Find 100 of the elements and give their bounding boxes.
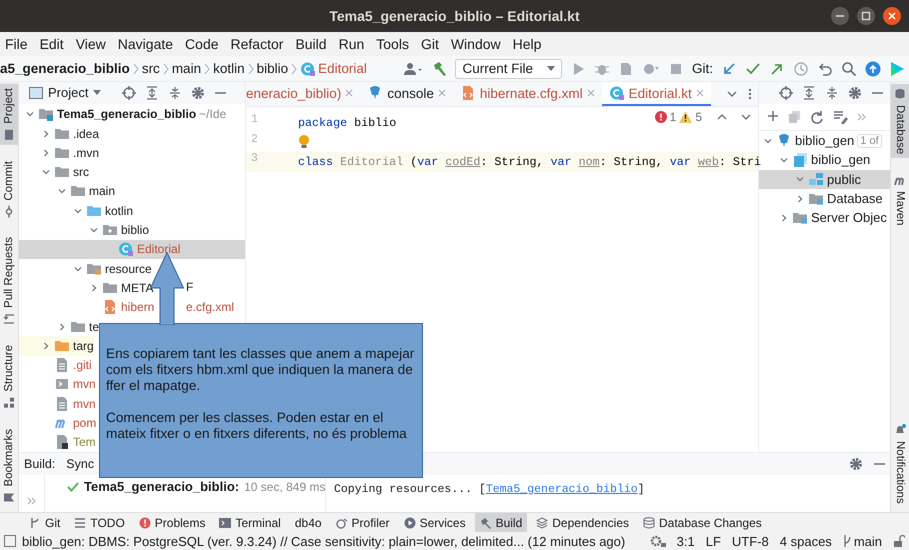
editor-tab[interactable]: hibernate.cfg.xml (452, 82, 602, 106)
expand-all-icon[interactable] (802, 86, 816, 100)
minimize-button[interactable] (831, 7, 849, 25)
hammer-icon[interactable] (431, 60, 448, 76)
settings-icon[interactable] (849, 457, 863, 471)
build-tab[interactable]: Sync (66, 457, 94, 471)
menu-item[interactable]: Edit (36, 36, 68, 52)
tree-item[interactable]: mvn (19, 394, 96, 414)
menu-item[interactable]: Run (334, 36, 368, 52)
build-tree-item[interactable]: Tema5_generacio_biblio: 10 sec, 849 ms (45, 479, 325, 494)
tree-item[interactable]: mvn (19, 374, 96, 394)
tool-window-tab[interactable]: Maven (891, 170, 909, 230)
collapse-all-icon[interactable] (168, 86, 182, 100)
tool-window-tab[interactable]: Structure (0, 341, 18, 414)
tree-item[interactable]: Database (759, 188, 883, 208)
breadcrumb-item[interactable]: a5_generacio_biblio (0, 61, 130, 76)
tree-item[interactable]: .giti (19, 356, 92, 375)
tree-item[interactable]: .idea (19, 124, 100, 144)
chevron-icon[interactable] (779, 212, 789, 223)
tree-item[interactable]: Tem (19, 432, 96, 452)
error-count[interactable]: 1 (670, 110, 676, 124)
menu-item[interactable]: Help (508, 36, 546, 52)
settings-icon[interactable] (848, 86, 862, 100)
status-item[interactable]: 4 spaces (780, 534, 832, 548)
close-button[interactable] (883, 7, 901, 25)
expand-all-icon[interactable] (145, 86, 160, 100)
menu-item[interactable]: Window (446, 36, 505, 52)
tools-icon[interactable] (833, 110, 848, 124)
tool-window-button[interactable]: Dependencies (531, 513, 634, 532)
breadcrumb-item[interactable]: src (142, 61, 160, 76)
tool-window-tab[interactable]: Commit (0, 156, 18, 222)
tool-window-button[interactable]: Build (474, 513, 528, 532)
add-icon[interactable] (767, 110, 779, 124)
search-icon[interactable] (841, 60, 857, 76)
locate-icon[interactable] (122, 86, 136, 100)
breadcrumb-item[interactable]: biblio (256, 61, 288, 76)
collapse-all-icon[interactable] (825, 86, 839, 100)
tool-window-button[interactable]: Problems (134, 513, 210, 532)
menu-item[interactable]: Git (416, 36, 443, 52)
tool-window-button[interactable]: Terminal (214, 513, 286, 532)
menu-item[interactable]: Refactor (226, 36, 288, 52)
tree-item[interactable]: main (19, 182, 116, 202)
menu-item[interactable]: Navigate (114, 36, 178, 52)
warning-count[interactable]: 5 (695, 110, 702, 124)
editor-tab[interactable]: Editorial.kt (602, 82, 711, 106)
menu-item[interactable]: File (1, 36, 32, 52)
menu-item[interactable]: Code (181, 36, 223, 52)
tool-window-button[interactable]: Git (24, 513, 66, 532)
tool-window-button[interactable]: Services (398, 513, 471, 532)
menu-item[interactable]: Tools (372, 36, 413, 52)
locate-icon[interactable] (779, 86, 793, 100)
tree-item[interactable]: biblio_gen 1 of (759, 131, 882, 150)
settings-icon[interactable] (191, 86, 206, 100)
tool-window-tab[interactable]: Notifications (891, 420, 909, 512)
tree-item[interactable]: targ (19, 336, 94, 356)
status-item[interactable]: 3:1 (676, 534, 695, 548)
tool-window-tab[interactable]: Project (0, 84, 18, 145)
commit-check-icon[interactable] (745, 60, 761, 76)
tree-item[interactable]: Server Objec (759, 208, 887, 228)
chevron-icon[interactable] (795, 194, 805, 204)
menu-item[interactable]: Build (291, 36, 331, 52)
tool-window-button[interactable]: Database Changes (638, 513, 767, 532)
editor-tab[interactable]: eneracio_biblio) (246, 82, 360, 106)
tree-item[interactable]: te (19, 316, 100, 336)
refresh-icon[interactable] (810, 110, 824, 124)
breadcrumb-item[interactable]: main (172, 61, 202, 76)
more-icon[interactable] (748, 88, 752, 100)
tree-item[interactable]: biblio_gen (759, 150, 870, 170)
tree-item[interactable]: public (759, 170, 890, 189)
tree-item[interactable]: resource (19, 259, 152, 278)
tree-item[interactable]: biblio (19, 220, 150, 240)
undo-icon[interactable] (817, 60, 833, 76)
lock-icon[interactable] (893, 535, 905, 547)
run-configuration-dropdown[interactable]: Current File (455, 58, 562, 78)
panel-toggle-icon[interactable] (4, 535, 16, 547)
tool-window-button[interactable]: TODO (69, 513, 130, 532)
user-icon[interactable] (403, 60, 424, 76)
maximize-button[interactable] (857, 7, 875, 25)
update-arrow-icon[interactable] (721, 60, 737, 76)
project-link[interactable]: Tema5_generacio_biblio (486, 483, 638, 496)
git-branch[interactable]: main (842, 534, 882, 548)
tool-window-button[interactable]: db4o (290, 513, 327, 532)
tool-window-tab[interactable]: Pull Requests (0, 233, 18, 330)
chevron-icon[interactable] (41, 340, 51, 351)
tool-window-button[interactable]: Profiler (330, 513, 395, 532)
editor-tab[interactable]: console (360, 82, 453, 106)
chevron-icon[interactable] (41, 128, 51, 139)
chevron-icon[interactable] (57, 322, 67, 332)
tree-item[interactable]: src (19, 162, 89, 182)
update-icon[interactable] (865, 60, 881, 76)
status-item[interactable]: LF (706, 534, 721, 548)
tree-item[interactable]: Tema5_generacio_biblio ~/Ide (19, 104, 226, 124)
tool-window-tab[interactable]: Database (891, 84, 909, 158)
tool-window-tab[interactable]: Bookmarks (0, 425, 18, 508)
breadcrumb-item[interactable]: kotlin (213, 61, 245, 76)
tree-item[interactable]: kotlin (19, 201, 134, 220)
tree-item[interactable]: .mvn (19, 143, 100, 163)
status-item[interactable]: UTF-8 (732, 534, 769, 548)
breadcrumb-item[interactable]: Editorial (300, 60, 367, 76)
tree-item[interactable]: pom (19, 413, 96, 433)
